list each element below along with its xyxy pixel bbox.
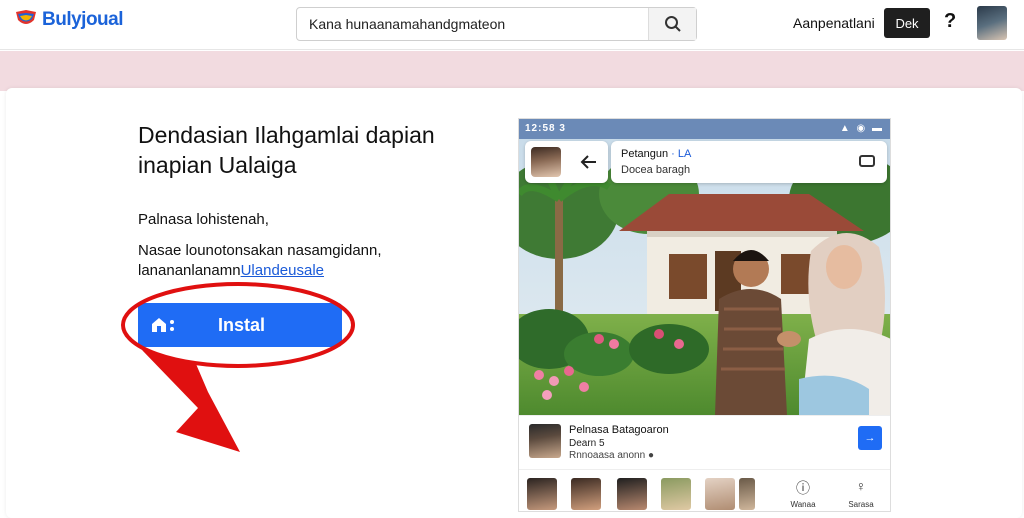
account-link[interactable]: Aanpenatlani (793, 15, 875, 31)
nav-label: Sarasa (848, 500, 874, 509)
profile-avatar[interactable] (531, 147, 561, 177)
user-avatar[interactable] (977, 6, 1007, 40)
brand-logo[interactable]: Bulyjoual (14, 8, 124, 32)
photo-header-card (525, 141, 608, 183)
post-meta: Rnnoaasa anonn ● (569, 450, 654, 461)
info-icon[interactable]: ⓘ (783, 478, 823, 498)
status-icons: ▲ ◉ ▬ (839, 123, 884, 134)
chat-icon[interactable] (859, 155, 875, 167)
info-title: Petangun · LA (621, 148, 691, 160)
logo-icon (14, 8, 38, 32)
thumbnail[interactable] (571, 478, 601, 510)
info-subtitle: Docea baragh (621, 164, 691, 176)
phone-preview: 12:58 3 ▲ ◉ ▬ Petangun · LA Docea baragh… (518, 118, 891, 512)
thumbnail[interactable] (661, 478, 691, 510)
post-action-button[interactable]: → (858, 426, 882, 450)
intro-text: Palnasa lohistenah, (138, 211, 269, 228)
description-line-2: lanananlanamn (138, 262, 241, 279)
person-icon[interactable]: ♀ (841, 478, 881, 494)
search-icon (664, 16, 681, 32)
post-subtitle: Dearn 5 (569, 438, 605, 449)
learn-more-link[interactable]: Ulandeusale (241, 262, 324, 279)
thumbnail[interactable] (705, 478, 735, 510)
phone-status-bar: 12:58 3 ▲ ◉ ▬ (519, 119, 890, 139)
search-input[interactable]: Kana hunaanamahandgmateon (309, 16, 505, 32)
banner-band (0, 51, 1024, 91)
search-button[interactable] (648, 8, 696, 40)
thumbnail[interactable] (617, 478, 647, 510)
page-headline: Dendasian Ilahgamlai dapian inapian Uala… (138, 122, 435, 178)
post-title: Pelnasa Batagoaron (569, 424, 669, 436)
back-arrow-icon[interactable] (575, 149, 603, 175)
info-title-text: Petangun (621, 148, 669, 160)
install-button[interactable]: Instal (138, 303, 342, 347)
install-label: Instal (218, 314, 266, 335)
photo-info-card: Petangun · LA Docea baragh (611, 141, 887, 183)
brand-name: Bulyjoual (42, 9, 124, 30)
post-avatar (529, 424, 561, 458)
top-navigation-bar: Bulyjoual Kana hunaanamahandgmateon Aanp… (0, 0, 1024, 50)
search-box[interactable]: Kana hunaanamahandgmateon (296, 7, 697, 41)
home-icon (150, 315, 178, 335)
thumbnail[interactable] (527, 478, 557, 510)
help-icon[interactable]: ? (944, 10, 956, 33)
description-line-1: Nasae lounotonsakan nasamgidann, (138, 242, 382, 259)
thumbnail[interactable] (739, 478, 755, 510)
info-title-tag: · LA (671, 148, 692, 160)
bottom-thumbnail-bar: ⓘ Wanaa ♀ Sarasa (519, 469, 890, 511)
description-text: Nasae lounotonsakan nasamgidann, lananan… (138, 241, 438, 281)
header-button[interactable]: Dek (884, 8, 930, 38)
nav-label: Wanaa (790, 500, 816, 509)
status-time: 12:58 3 (525, 123, 566, 134)
post-row[interactable]: Pelnasa Batagoaron Dearn 5 Rnnoaasa anon… (519, 415, 890, 469)
